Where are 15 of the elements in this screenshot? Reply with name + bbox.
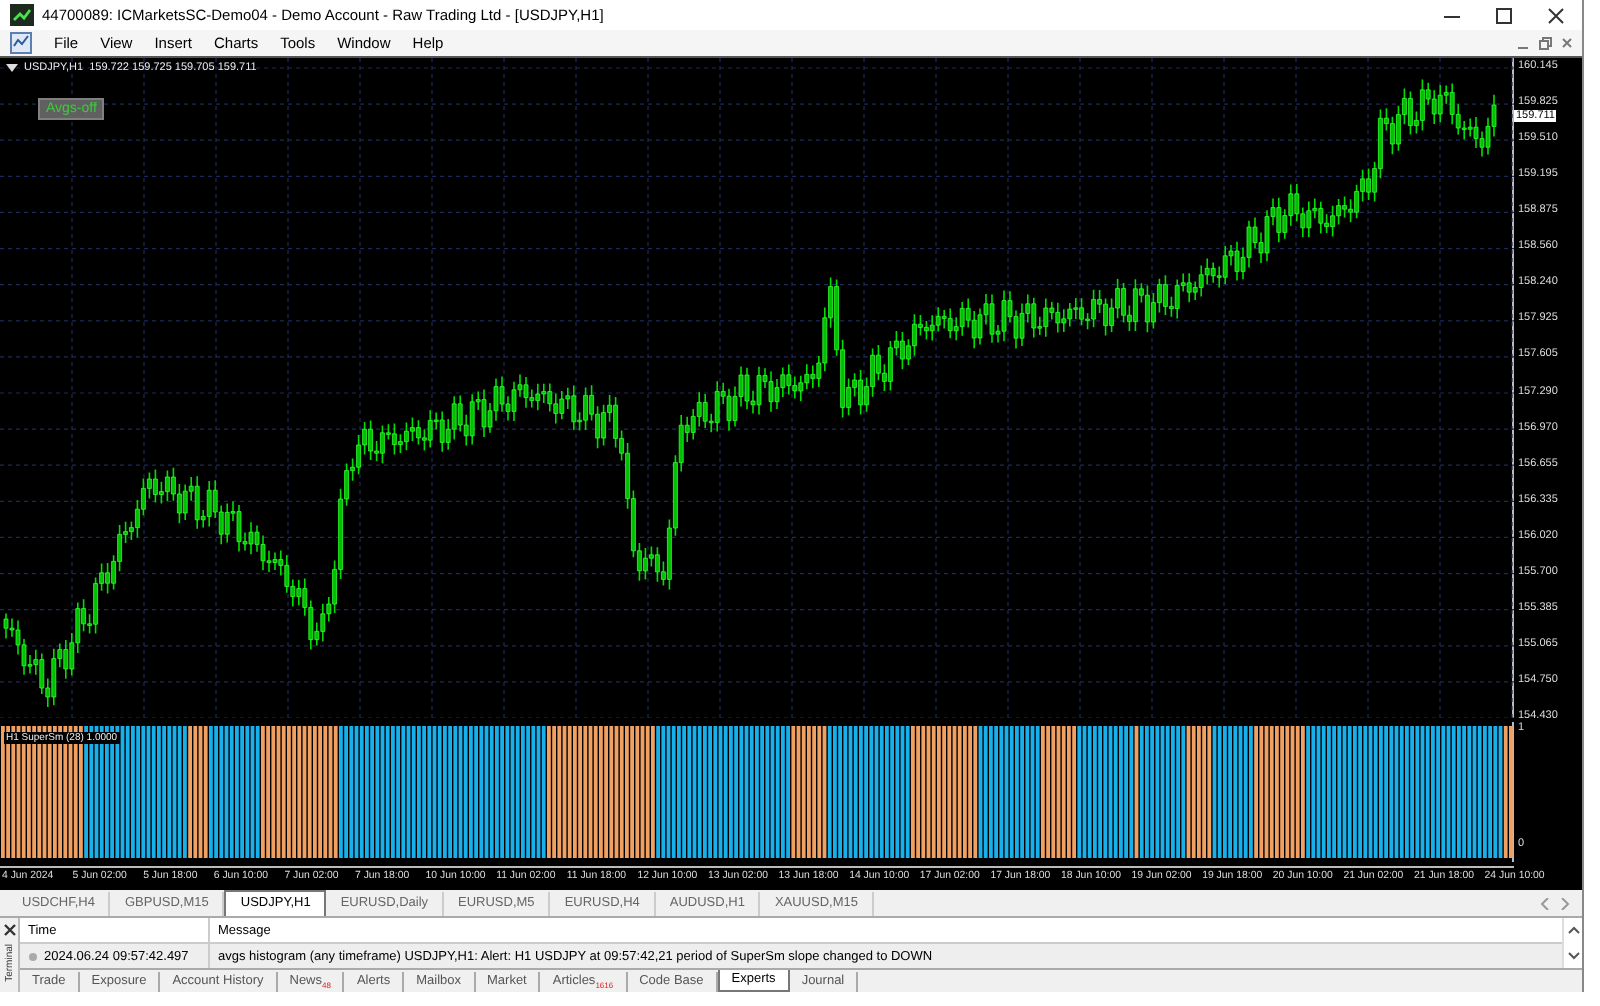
restore-icon [1538, 36, 1552, 50]
scroll-up-icon [1567, 926, 1579, 935]
log-entry-dot-icon [28, 951, 38, 961]
maximize-icon [1494, 5, 1514, 25]
mdi-close-button[interactable] [1558, 34, 1576, 52]
dropdown-triangle-icon [6, 64, 18, 72]
app-icon [10, 4, 34, 26]
close-icon [1546, 5, 1566, 25]
mdi-restore-button[interactable] [1536, 34, 1554, 52]
scroll-right-icon [1560, 898, 1570, 910]
scroll-left-icon [1540, 898, 1550, 910]
close-icon [1560, 36, 1574, 50]
chart-window-icon [10, 32, 32, 54]
scroll-down-icon [1567, 951, 1579, 960]
close-icon [3, 924, 15, 936]
